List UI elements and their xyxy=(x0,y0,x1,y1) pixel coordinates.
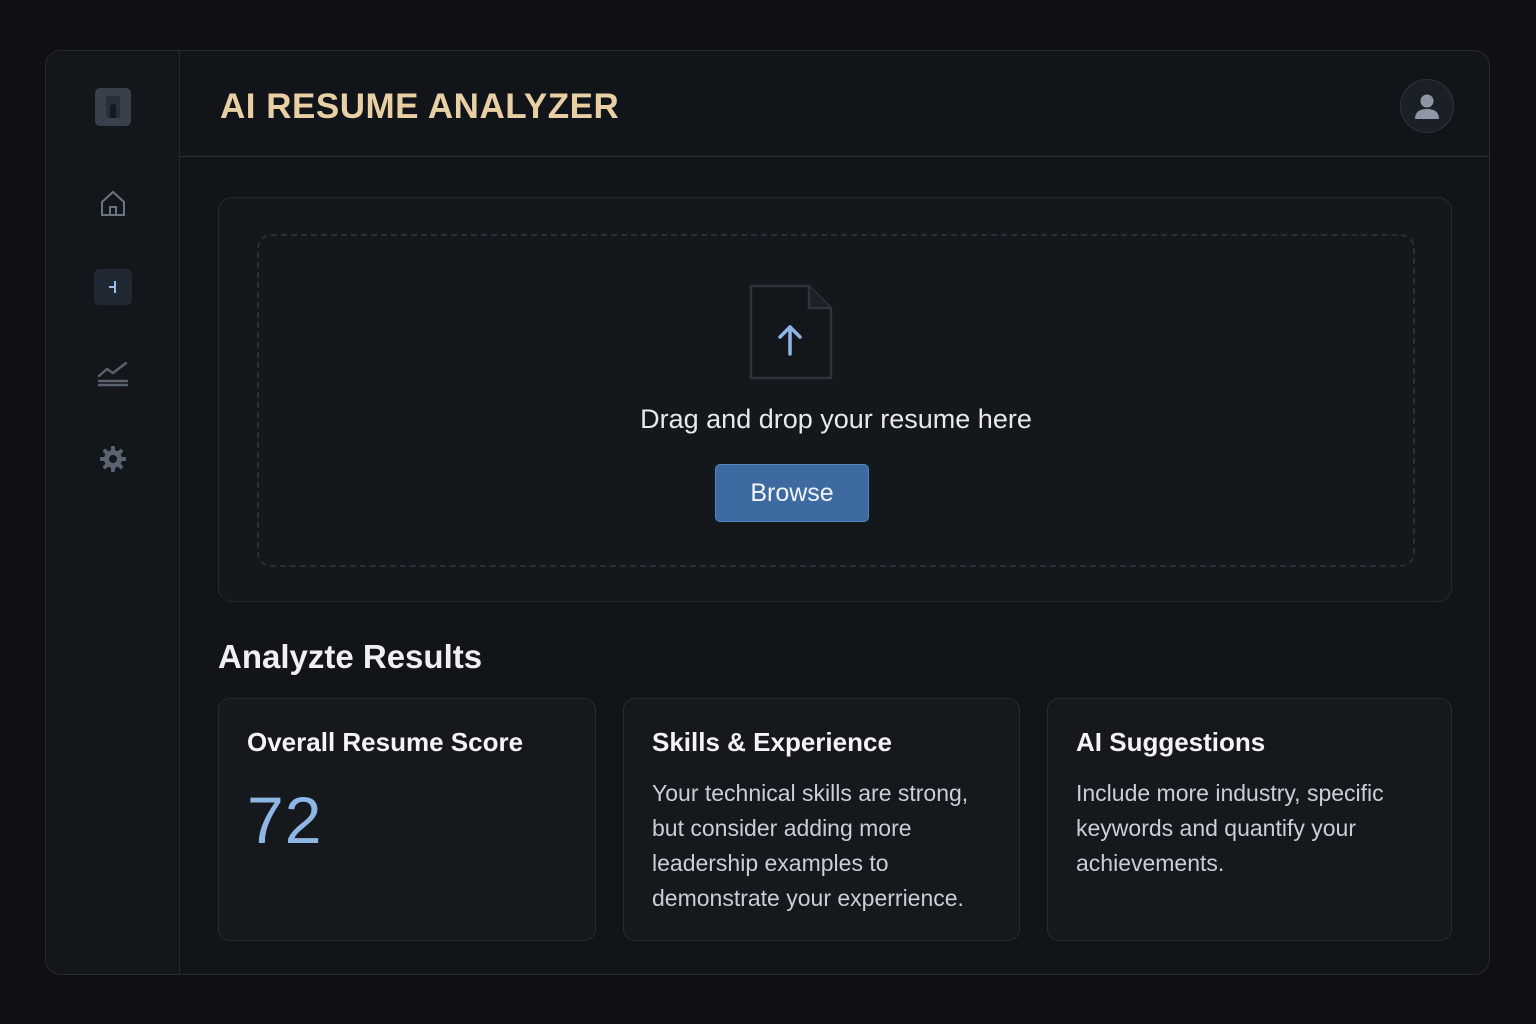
dropzone-prompt: Drag and drop your resume here xyxy=(640,404,1032,434)
app-window: AI RESUME ANALYZER Drag and drop your re… xyxy=(45,50,1490,975)
logo-icon[interactable] xyxy=(94,88,131,126)
sidebar xyxy=(46,51,180,974)
file-upload-icon xyxy=(749,284,833,380)
resume-dropzone[interactable]: Drag and drop your resume here Browse xyxy=(257,234,1415,567)
app-title: AI RESUME ANALYZER xyxy=(220,87,620,126)
suggestions-card-body: Include more industry, specific keywords… xyxy=(1076,780,1384,876)
results-heading: Analyzte Results xyxy=(218,638,483,675)
settings-icon[interactable] xyxy=(95,441,131,477)
analytics-icon[interactable] xyxy=(94,355,132,391)
score-card-title: Overall Resume Score xyxy=(247,727,524,757)
suggestions-card: AI Suggestions Include more industry, sp… xyxy=(1047,698,1452,941)
main-content: AI RESUME ANALYZER Drag and drop your re… xyxy=(180,51,1489,974)
browse-button[interactable]: Browse xyxy=(715,464,869,522)
suggestions-card-title: AI Suggestions xyxy=(1076,727,1266,757)
documents-icon[interactable] xyxy=(93,269,132,305)
user-avatar-icon[interactable] xyxy=(1400,79,1454,133)
upload-panel: Drag and drop your resume here Browse xyxy=(218,197,1452,602)
skills-card: Skills & Experience Your technical skill… xyxy=(623,698,1020,941)
skills-card-body: Your technical skills are strong, but co… xyxy=(652,780,969,911)
header: AI RESUME ANALYZER xyxy=(180,51,1489,157)
score-card: Overall Resume Score 72 xyxy=(218,698,596,941)
home-icon[interactable] xyxy=(95,185,131,221)
skills-card-title: Skills & Experience xyxy=(652,727,892,757)
resume-score-value: 72 xyxy=(247,783,323,857)
